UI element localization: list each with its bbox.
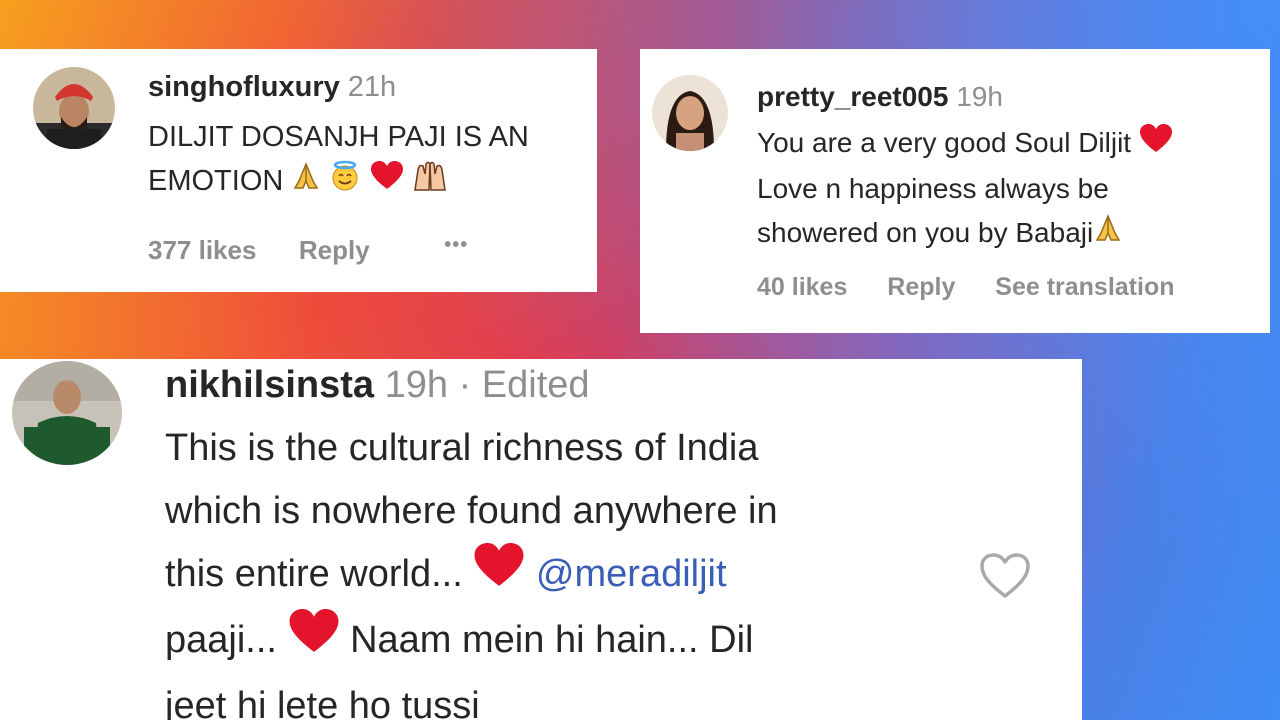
- timestamp: 19h: [956, 81, 1003, 112]
- red-heart-icon: [288, 609, 340, 675]
- timestamp: 19h · Edited: [384, 364, 590, 406]
- avatar[interactable]: [652, 75, 728, 151]
- comment-line-text: You are a very good Soul Diljit: [757, 127, 1132, 158]
- mention-link[interactable]: @meradiljit: [536, 553, 727, 595]
- username[interactable]: pretty_reet005: [757, 81, 948, 112]
- timestamp: 21h: [347, 71, 397, 103]
- comment-text: You are a very good Soul Diljit Love n h…: [757, 121, 1262, 256]
- comment-line: paaji... Naam mein hi hain... Dil: [165, 609, 965, 675]
- comment-line: DILJIT DOSANJH PAJI IS AN: [148, 121, 529, 153]
- comment-card-nikhilsinsta: nikhilsinsta 19h · Edited This is the cu…: [0, 359, 1082, 720]
- see-translation-button[interactable]: See translation: [995, 273, 1174, 302]
- comment-line: You are a very good Soul Diljit: [757, 121, 1262, 167]
- comment-actions: 40 likes Reply See translation: [757, 273, 1175, 302]
- reply-button[interactable]: Reply: [887, 273, 955, 302]
- like-heart-icon[interactable]: [978, 552, 1032, 600]
- comment-header: singhofluxury 21h: [148, 71, 396, 104]
- comment-line-text: Naam mein hi hain... Dil: [350, 619, 754, 662]
- raising-hands-icon: [412, 160, 448, 205]
- red-heart-icon: [473, 543, 525, 609]
- comment-line-text: EMOTION: [148, 165, 284, 197]
- comment-text: DILJIT DOSANJH PAJI IS AN EMOTION: [148, 115, 598, 205]
- more-options-icon[interactable]: •••: [444, 234, 468, 257]
- comment-line: This is the cultural richness of India: [165, 427, 759, 469]
- username[interactable]: singhofluxury: [148, 71, 340, 103]
- username[interactable]: nikhilsinsta: [165, 364, 374, 406]
- comment-header: pretty_reet005 19h: [757, 81, 1003, 113]
- comment-card-pretty-reet005: pretty_reet005 19h You are a very good S…: [640, 49, 1270, 333]
- comment-line-text: paaji...: [165, 619, 277, 662]
- comment-header: nikhilsinsta 19h · Edited: [165, 364, 590, 407]
- likes-count[interactable]: 40 likes: [757, 273, 847, 302]
- smiling-face-with-halo-icon: [329, 160, 361, 205]
- folded-hands-icon: [291, 160, 321, 204]
- likes-count[interactable]: 377 likes: [148, 235, 256, 266]
- avatar[interactable]: [12, 361, 122, 465]
- avatar[interactable]: [33, 67, 115, 149]
- comment-line: Love n happiness always be: [757, 172, 1109, 204]
- comment-line-text: showered on you by Babaji: [757, 216, 1094, 248]
- comment-line: showered on you by Babaji: [757, 211, 1262, 257]
- comment-line: jeet hi lete ho tussi: [165, 685, 480, 720]
- comment-line: which is nowhere found anywhere in: [165, 490, 778, 532]
- comment-card-singhofluxury: singhofluxury 21h DILJIT DOSANJH PAJI IS…: [0, 49, 597, 292]
- reply-button[interactable]: Reply: [299, 235, 370, 266]
- red-heart-icon: [1139, 123, 1173, 167]
- comment-text: This is the cultural richness of India w…: [165, 417, 965, 720]
- comment-actions: 377 likes Reply •••: [148, 234, 468, 266]
- comment-line-2: EMOTION: [148, 159, 598, 205]
- red-heart-icon: [370, 160, 404, 204]
- comment-line: this entire world... @meradiljit: [165, 543, 965, 609]
- comment-line-text: this entire world...: [165, 553, 463, 596]
- folded-hands-icon: [1093, 212, 1123, 256]
